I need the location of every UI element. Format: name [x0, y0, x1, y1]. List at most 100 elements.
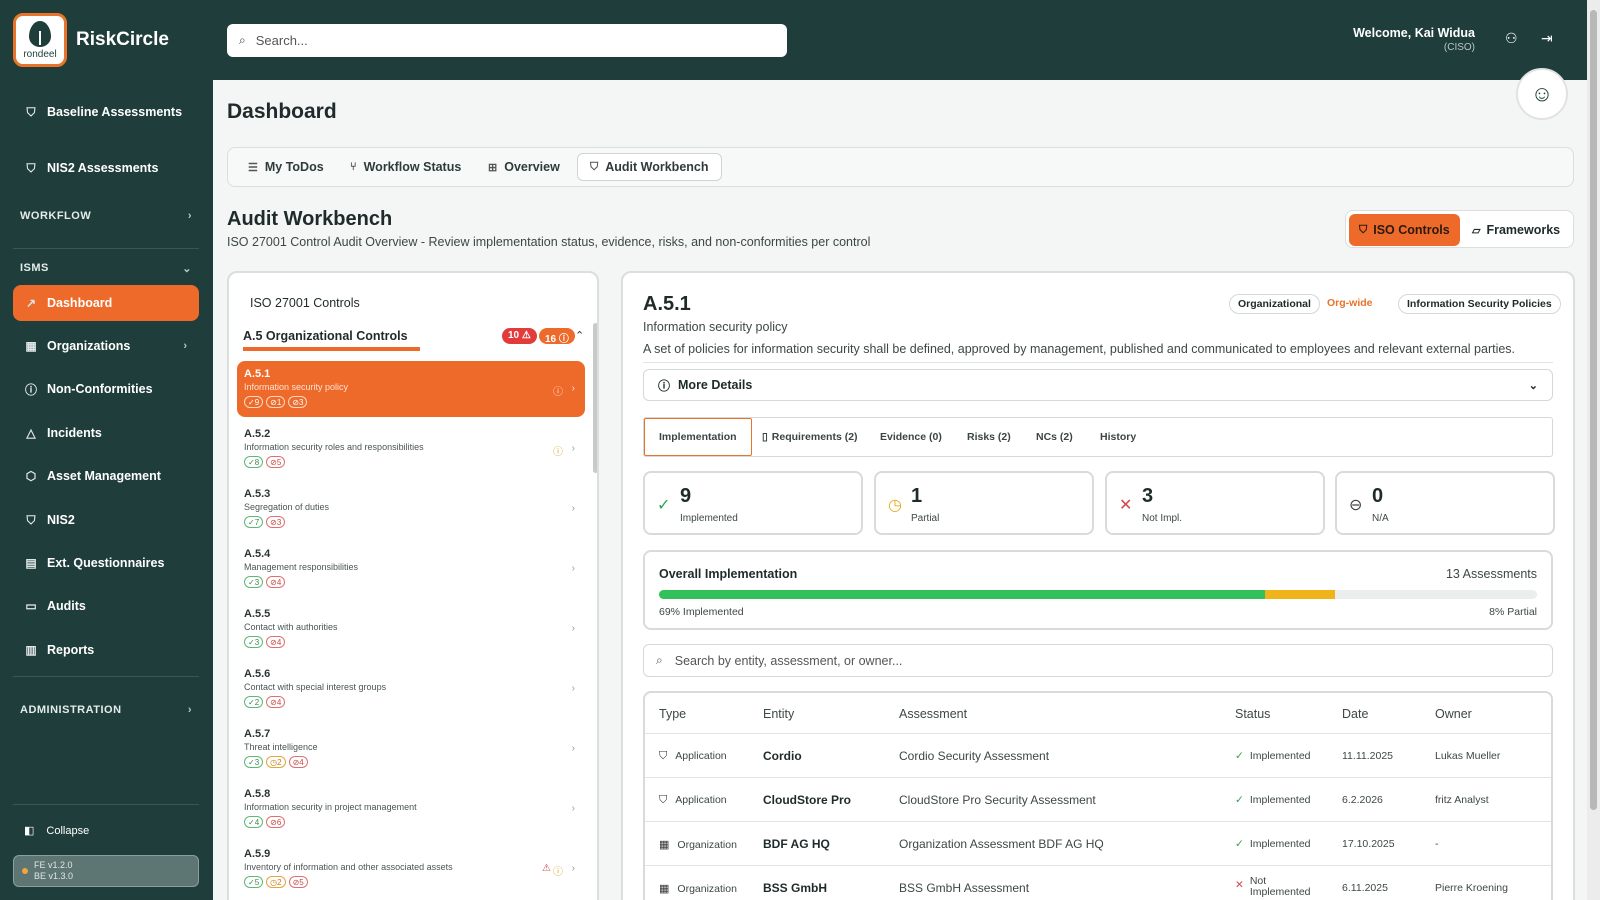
sidebar-item-audits[interactable]: ▭ Audits — [13, 588, 199, 624]
control-item[interactable]: A.5.1 Information security policy ✓ 9 ⊘ 1 ⊘ 3 › ⓘ — [237, 361, 585, 417]
x-circle-icon: ✕ — [1235, 879, 1244, 891]
section-subtitle: ISO 27001 Control Audit Overview - Revie… — [227, 235, 871, 249]
control-item[interactable]: A.5.5 Contact with authorities ✓ 3 ⊘ 4 › — [237, 601, 585, 657]
sidebar-item-organizations[interactable]: ▦ Organizations › — [13, 328, 199, 364]
sidebar-item-incidents[interactable]: △ Incidents — [13, 415, 199, 451]
table-row[interactable]: ▦ Organization BDF AG HQ Organization Asses… — [645, 822, 1551, 866]
status-label: Implemented — [1249, 750, 1311, 762]
nc-alert-icon: ⓘ — [553, 867, 563, 878]
sidebar-item-label: NIS2 Assessments — [47, 161, 159, 175]
column-header-owner[interactable]: Owner — [1435, 707, 1472, 721]
stat-card-implemented[interactable]: ✓ 9 Implemented — [643, 471, 863, 535]
cell-entity: BDF AG HQ — [763, 837, 830, 851]
page-scrollbar[interactable] — [1587, 0, 1600, 900]
tab-risks[interactable]: Risks (2) — [953, 418, 1025, 456]
sidebar-item-nis2-assessments[interactable]: ⛉ NIS2 Assessments — [13, 150, 199, 186]
scrollbar-thumb[interactable] — [1590, 10, 1597, 810]
partial-segment — [1264, 590, 1336, 599]
sidebar-section-administration[interactable]: ADMINISTRATION › — [20, 704, 192, 716]
user-icon[interactable]: ⚇ — [1505, 30, 1518, 47]
sidebar-item-baseline-assessments[interactable]: ⛉ Baseline Assessments — [13, 94, 199, 130]
column-header-type[interactable]: Type — [659, 707, 686, 721]
iso-controls-button[interactable]: ⛉ ISO Controls — [1349, 214, 1460, 246]
control-item[interactable]: A.5.2 Information security roles and resp… — [237, 421, 585, 477]
stat-card-not-implemented[interactable]: ✕ 3 Not Impl. — [1105, 471, 1325, 535]
column-header-entity[interactable]: Entity — [763, 707, 794, 721]
risk-count-pill: ⊘ 4 — [266, 696, 286, 708]
section-label: ISMS — [20, 262, 49, 274]
table-row[interactable]: ▦ Organization BSS GmbH BSS GmbH Assessment… — [645, 866, 1551, 900]
pill-icon: ⊘ — [270, 697, 277, 707]
more-details-toggle[interactable]: ⓘ More Details ⌄ — [643, 369, 1553, 401]
organization-icon: ▦ — [659, 839, 670, 851]
assessment-search-input[interactable]: ⌕ Search by entity, assessment, or owner… — [643, 644, 1553, 677]
more-details-label: More Details — [678, 378, 753, 392]
collapse-button[interactable]: ◧ Collapse — [24, 824, 89, 838]
control-item-counts: ✓ 3 ⊘ 4 — [244, 636, 585, 648]
tab-overview[interactable]: ⊞ Overview — [476, 153, 572, 181]
tab-requirements[interactable]: ▯ Requirements (2) — [748, 418, 872, 456]
cell-date: 17.10.2025 — [1342, 838, 1395, 850]
sidebar-item-reports[interactable]: ▥ Reports — [13, 632, 199, 668]
sidebar-item-non-conformities[interactable]: ⓘ Non-Conformities — [13, 371, 199, 407]
sidebar-section-workflow[interactable]: WORKFLOW › — [20, 210, 192, 222]
toggle-label: ISO Controls — [1373, 223, 1450, 237]
sidebar-item-dashboard[interactable]: ↗ Dashboard — [13, 285, 199, 321]
logo[interactable]: rondeel — [13, 13, 67, 67]
brand: rondeel RiskCircle — [0, 0, 213, 80]
implemented-count-pill: ✓ 8 — [244, 456, 264, 468]
pill-icon: ✓ — [248, 697, 255, 707]
tab-workflow-status[interactable]: ⑂ Workflow Status — [338, 153, 473, 181]
control-group-title[interactable]: A.5 Organizational Controls — [243, 329, 408, 343]
building-icon: ▦ — [25, 339, 37, 353]
list-icon: ☰ — [248, 161, 258, 174]
control-item-counts: ✓ 3 ◷ 2 ⊘ 4 — [244, 756, 585, 768]
chevron-up-icon[interactable]: ⌃ — [575, 329, 584, 342]
risk-alert-icon: ⚠ — [542, 863, 551, 874]
risk-count-pill: ⊘ 3 — [288, 396, 308, 408]
control-item[interactable]: A.5.7 Threat intelligence ✓ 3 ◷ 2 ⊘ 4 › — [237, 721, 585, 777]
control-item[interactable]: A.5.8 Information security in project man… — [237, 781, 585, 837]
stat-card-partial[interactable]: ◷ 1 Partial — [874, 471, 1094, 535]
tab-audit-workbench[interactable]: ⛉ Audit Workbench — [577, 153, 722, 181]
tab-history[interactable]: History — [1086, 418, 1150, 456]
tab-my-todos[interactable]: ☰ My ToDos — [236, 153, 336, 181]
table-row[interactable]: ⛉ Application CloudStore Pro CloudStore Pro… — [645, 778, 1551, 822]
shield-icon: ⛉ — [590, 160, 599, 173]
sidebar-item-nis2[interactable]: ⛉ NIS2 — [13, 502, 199, 538]
pill-count: 7 — [254, 517, 260, 527]
global-search-input[interactable]: ⌕ Search... — [227, 24, 787, 57]
type-label: Organization — [677, 883, 737, 895]
logout-icon[interactable]: ⇥ — [1541, 30, 1553, 47]
tab-evidence[interactable]: Evidence (0) — [866, 418, 956, 456]
tab-implementation[interactable]: Implementation — [644, 418, 752, 456]
frameworks-button[interactable]: ▱ Frameworks — [1462, 214, 1570, 246]
pill-icon: ✓ — [248, 757, 255, 767]
sidebar-item-asset-management[interactable]: ⬡ Asset Management — [13, 458, 199, 494]
control-item[interactable]: A.5.6 Contact with special interest group… — [237, 661, 585, 717]
implemented-count-pill: ✓ 3 — [244, 576, 264, 588]
cell-type: ⛉ Application — [659, 794, 727, 807]
sidebar-section-isms[interactable]: ISMS ⌄ — [20, 262, 192, 275]
controls-scrollbar[interactable] — [593, 323, 597, 473]
chevron-right-icon: › — [571, 863, 575, 874]
column-header-assessment[interactable]: Assessment — [899, 707, 967, 721]
sidebar-item-ext-questionnaires[interactable]: ▤ Ext. Questionnaires — [13, 545, 199, 581]
table-row[interactable]: ⛉ Application Cordio Cordio Security Assess… — [645, 734, 1551, 778]
chevron-right-icon: › — [571, 623, 575, 634]
divider — [13, 248, 199, 249]
tab-ncs[interactable]: NCs (2) — [1022, 418, 1087, 456]
sidebar-item-label: NIS2 — [47, 513, 75, 527]
control-item-counts: ✓ 4 ⊘ 6 — [244, 816, 585, 828]
status-dot-icon — [22, 868, 28, 874]
stat-card-not-applicable[interactable]: ⊖ 0 N/A — [1335, 471, 1555, 535]
column-header-status[interactable]: Status — [1235, 707, 1270, 721]
pill-count: 3 — [254, 577, 260, 587]
column-header-date[interactable]: Date — [1342, 707, 1368, 721]
control-item[interactable]: A.5.4 Management responsibilities ✓ 3 ⊘ 4 › — [237, 541, 585, 597]
control-item[interactable]: A.5.3 Segregation of duties ✓ 7 ⊘ 3 › — [237, 481, 585, 537]
control-item[interactable]: A.5.9 Inventory of information and other … — [237, 841, 585, 897]
robot-icon: ☺ — [1530, 81, 1554, 106]
assistant-avatar[interactable]: ☺ — [1516, 68, 1568, 120]
control-item-name: Inventory of information and other assoc… — [244, 862, 453, 872]
